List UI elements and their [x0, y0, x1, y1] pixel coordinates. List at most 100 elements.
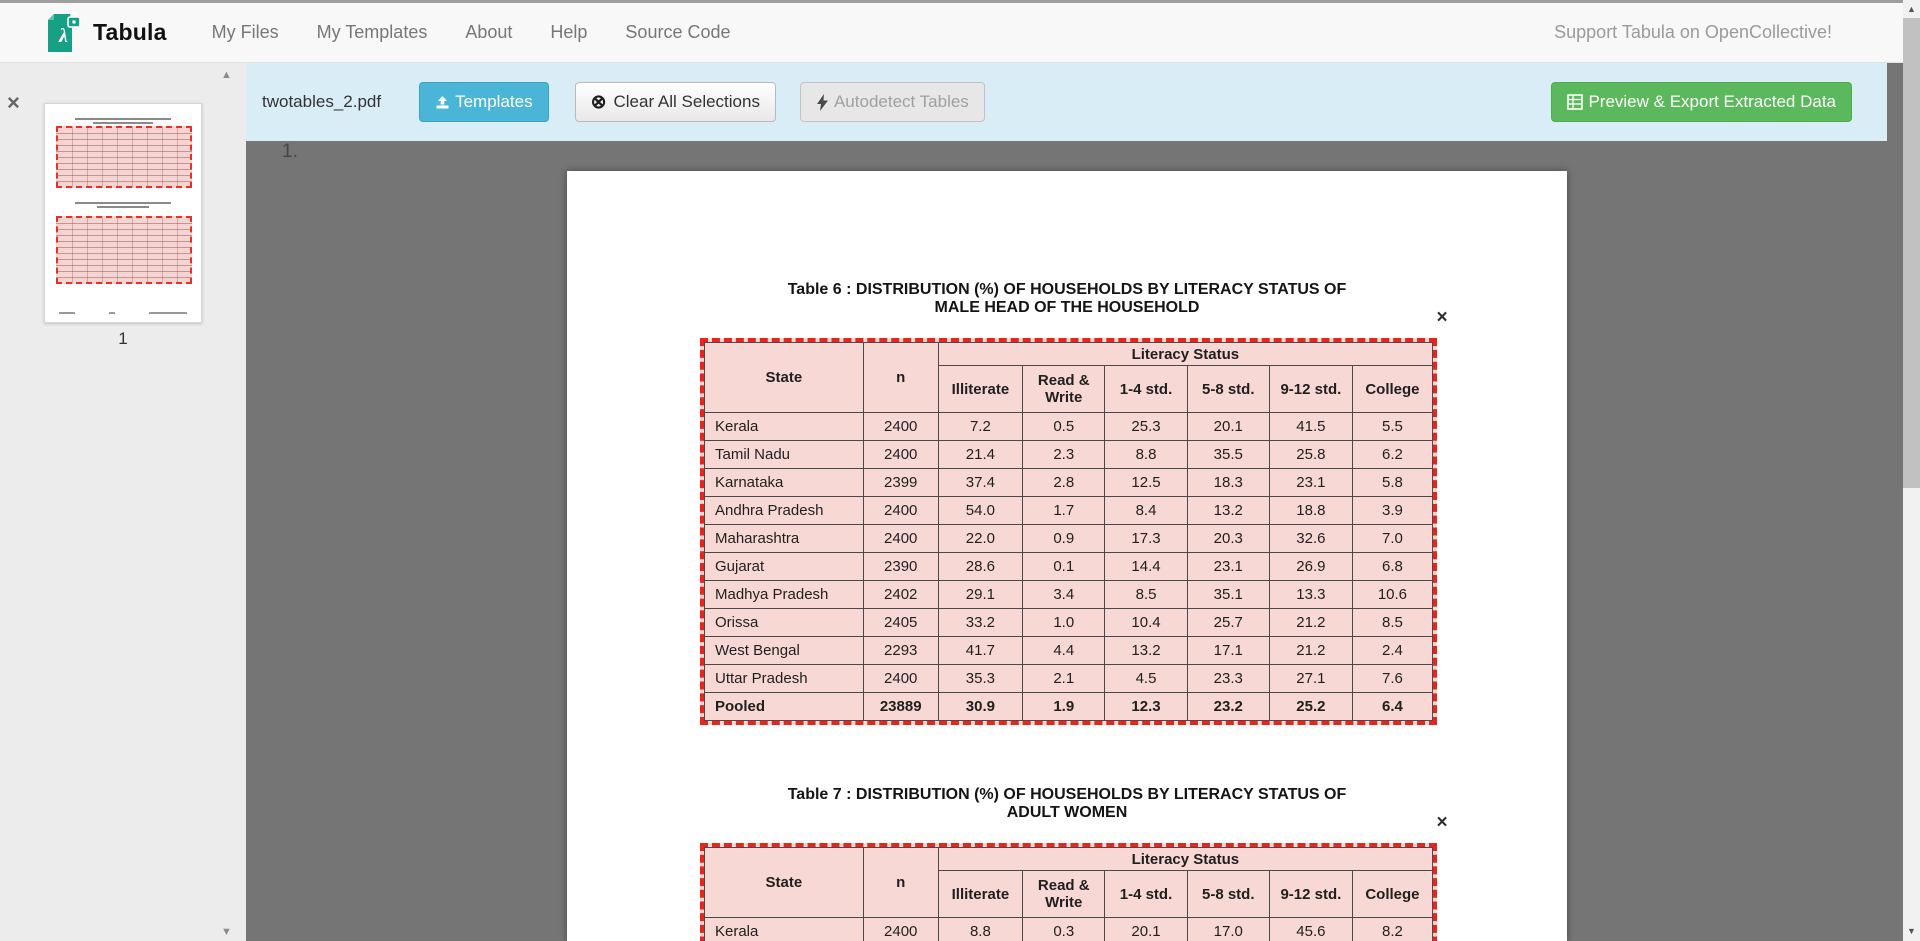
sidebar-scroll-down-icon[interactable]: ▼: [221, 926, 232, 938]
table-cell: 12.5: [1105, 469, 1187, 497]
table-header-cell: Literacy Status: [938, 343, 1432, 366]
table-cell: 8.4: [1105, 497, 1187, 525]
table-cell: Tamil Nadu: [705, 441, 864, 469]
sidebar-scroll-up-icon[interactable]: ▲: [221, 69, 232, 81]
table-cell: 30.9: [938, 693, 1022, 721]
table-header-cell: Read & Write: [1023, 366, 1105, 413]
selection1-close-icon[interactable]: ×: [1433, 310, 1451, 328]
nav-source-code[interactable]: Source Code: [606, 12, 749, 53]
table-row: Kerala24008.80.320.117.045.68.2: [705, 918, 1433, 941]
tabula-pdf-logo-icon: λ: [46, 12, 83, 54]
table-cell: 35.5: [1187, 441, 1269, 469]
scrollbar-down-icon[interactable]: ▼: [1903, 926, 1920, 936]
table-header-cell: Illiterate: [938, 871, 1022, 918]
table-header-cell: State: [705, 848, 864, 918]
remove-page-icon[interactable]: ×: [7, 95, 20, 111]
table-cell: 0.9: [1023, 525, 1105, 553]
templates-button-label: Templates: [455, 92, 532, 112]
table-header-cell: 1-4 std.: [1105, 871, 1187, 918]
table-cell: 25.2: [1269, 693, 1352, 721]
table-cell: 2400: [863, 525, 938, 553]
table-cell: 45.6: [1269, 918, 1352, 941]
table-cell: 2405: [863, 609, 938, 637]
scrollbar-up-icon[interactable]: ▲: [1903, 4, 1920, 14]
nav-help[interactable]: Help: [531, 12, 606, 53]
table-row: Maharashtra240022.00.917.320.332.67.0: [705, 525, 1433, 553]
table-cell: 23.3: [1187, 665, 1269, 693]
table-cell: 2400: [863, 918, 938, 941]
table-cell: 23889: [863, 693, 938, 721]
table-cell: 0.5: [1023, 413, 1105, 441]
table-cell: 13.3: [1269, 581, 1352, 609]
table-cell: 25.7: [1187, 609, 1269, 637]
table-cell: 7.0: [1352, 525, 1432, 553]
table-row: Uttar Pradesh240035.32.14.523.327.17.6: [705, 665, 1433, 693]
table-cell: Uttar Pradesh: [705, 665, 864, 693]
table-row: Pooled2388930.91.912.323.225.26.4: [705, 693, 1433, 721]
templates-button[interactable]: Templates: [419, 82, 548, 122]
table-cell: 26.9: [1269, 553, 1352, 581]
table-header-cell: College: [1352, 366, 1432, 413]
extracted-table: StatenLiteracy StatusIlliterateRead & Wr…: [704, 847, 1433, 941]
table-cell: 10.4: [1105, 609, 1187, 637]
table-cell: 32.6: [1269, 525, 1352, 553]
nav-my-templates[interactable]: My Templates: [298, 12, 447, 53]
table-cell: 33.2: [938, 609, 1022, 637]
table-cell: 2390: [863, 553, 938, 581]
table-selection-box-2[interactable]: StatenLiteracy StatusIlliterateRead & Wr…: [700, 843, 1437, 941]
table-cell: 13.2: [1187, 497, 1269, 525]
nav-about[interactable]: About: [446, 12, 531, 53]
table-cell: 6.2: [1352, 441, 1432, 469]
thumbnail-page-number: 1: [44, 329, 202, 349]
table-cell: 2399: [863, 469, 938, 497]
support-link[interactable]: Support Tabula on OpenCollective!: [1554, 22, 1832, 43]
clear-all-selections-button[interactable]: ⊗ Clear All Selections: [575, 82, 776, 122]
table-cell: 35.3: [938, 665, 1022, 693]
navbar: λ Tabula My Files My Templates About Hel…: [0, 3, 1920, 63]
table-cell: 17.3: [1105, 525, 1187, 553]
table-cell: 18.3: [1187, 469, 1269, 497]
selection2-close-icon[interactable]: ×: [1433, 815, 1451, 833]
table-cell: 2.4: [1352, 637, 1432, 665]
table-header-cell: Literacy Status: [938, 848, 1432, 871]
table-cell: 1.7: [1023, 497, 1105, 525]
sidebar-thumbnails: × ▲ 1 ▼: [0, 63, 246, 941]
clear-button-label: Clear All Selections: [614, 92, 760, 112]
table-selection-box-1[interactable]: StatenLiteracy StatusIlliterateRead & Wr…: [700, 338, 1437, 725]
table-cell: 23.1: [1269, 469, 1352, 497]
table-cell: 4.4: [1023, 637, 1105, 665]
table-row: Gujarat239028.60.114.423.126.96.8: [705, 553, 1433, 581]
page-thumbnail[interactable]: [44, 103, 202, 323]
table-cell: 3.9: [1352, 497, 1432, 525]
table-cell: 21.2: [1269, 637, 1352, 665]
brand-title: Tabula: [93, 19, 167, 46]
table-cell: 1.9: [1023, 693, 1105, 721]
table-cell: 35.1: [1187, 581, 1269, 609]
brand-link[interactable]: λ Tabula: [46, 12, 167, 54]
preview-export-button[interactable]: Preview & Export Extracted Data: [1551, 82, 1852, 122]
pdf-filename: twotables_2.pdf: [262, 92, 381, 112]
table-cell: 25.3: [1105, 413, 1187, 441]
table-cell: 4.5: [1105, 665, 1187, 693]
table-cell: Gujarat: [705, 553, 864, 581]
nav-links: My Files My Templates About Help Source …: [193, 12, 750, 53]
nav-my-files[interactable]: My Files: [193, 12, 298, 53]
table-cell: 5.5: [1352, 413, 1432, 441]
autodetect-button-label: Autodetect Tables: [834, 92, 969, 112]
table-cell: 37.4: [938, 469, 1022, 497]
pdf-viewer-area: twotables_2.pdf Templates ⊗ Clear All Se…: [246, 63, 1903, 941]
table-cell: 29.1: [938, 581, 1022, 609]
table-cell: 6.8: [1352, 553, 1432, 581]
table-cell: 8.2: [1352, 918, 1432, 941]
table-cell: 2400: [863, 413, 938, 441]
autodetect-tables-button[interactable]: Autodetect Tables: [800, 82, 985, 122]
templates-icon: [435, 95, 450, 110]
table-cell: 17.0: [1187, 918, 1269, 941]
table-cell: 8.8: [938, 918, 1022, 941]
table-cell: West Bengal: [705, 637, 864, 665]
toolbar: twotables_2.pdf Templates ⊗ Clear All Se…: [246, 63, 1887, 141]
table-cell: 8.8: [1105, 441, 1187, 469]
thumbnail-title-lines: [45, 104, 201, 124]
table-cell: Andhra Pradesh: [705, 497, 864, 525]
scrollbar-thumb[interactable]: [1903, 18, 1920, 488]
